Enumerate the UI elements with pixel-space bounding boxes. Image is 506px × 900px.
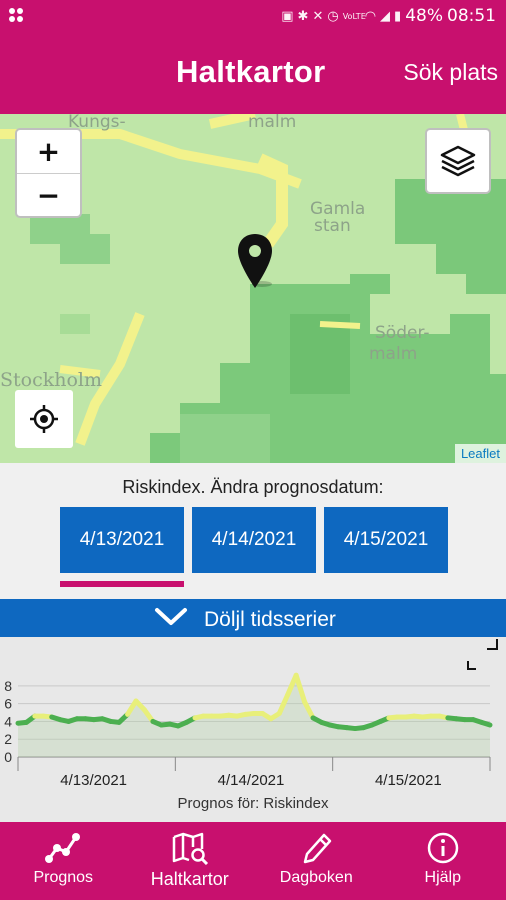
x-tick-label: 4/13/2021	[60, 772, 127, 789]
map-view[interactable]: Kungs- malm Gamla stan Söder- malm Stock…	[0, 114, 506, 463]
search-place-button[interactable]: Sök plats	[403, 59, 498, 86]
nav-label: Hjälp	[424, 869, 461, 886]
bluetooth-icon: ✱	[297, 8, 309, 24]
timeseries-chart: 0 2 4 6 8 4/13/2021 4/14/2021 4/15/2021 Prognos…	[0, 637, 506, 822]
chart-caption: Prognos för: Riskindex	[177, 795, 329, 812]
y-tick-label: 8	[4, 678, 12, 694]
y-tick-label: 6	[4, 696, 12, 712]
x-tick-label: 4/14/2021	[218, 772, 285, 789]
zoom-control: + −	[15, 128, 82, 218]
map-label: malm	[248, 114, 297, 132]
app-bar: Haltkartor Sök plats	[0, 34, 506, 114]
chevron-down-icon	[155, 608, 187, 625]
expand-corner-icon	[487, 639, 498, 650]
map-label: stan	[314, 216, 351, 236]
status-bar: ▣ ✱ ✕ ◷ VoLTE ◠ ◢ ▮ 48% 08:51	[0, 0, 506, 34]
nav-label: Haltkartor	[150, 869, 229, 889]
series-line-segment	[479, 719, 493, 728]
selected-date-indicator	[60, 581, 184, 587]
nav-dagboken[interactable]: Dagboken	[253, 822, 380, 900]
nav-prognos[interactable]: Prognos	[0, 822, 127, 900]
locate-button[interactable]	[15, 390, 73, 448]
map-label: Söder-	[375, 323, 430, 343]
pencil-icon	[304, 833, 332, 864]
zoom-out-button[interactable]: −	[17, 173, 80, 216]
apps-icon	[8, 7, 24, 28]
battery-percent: 48%	[405, 6, 443, 26]
clock: 08:51	[447, 6, 496, 26]
wifi-icon: ◠	[364, 8, 377, 24]
date-panel: Riskindex. Ändra prognosdatum: 4/13/2021…	[0, 463, 506, 599]
nav-hjalp[interactable]: Hjälp	[380, 822, 506, 900]
y-tick-label: 4	[4, 713, 12, 729]
nav-label: Prognos	[33, 869, 94, 886]
layers-icon	[440, 145, 476, 177]
map-label: Gamla	[310, 199, 366, 219]
collapse-corner-icon	[467, 661, 476, 670]
nav-haltkartor[interactable]: Haltkartor	[127, 822, 254, 900]
info-icon	[427, 832, 458, 864]
date-panel-caption: Riskindex. Ändra prognosdatum:	[122, 477, 384, 497]
alarm-icon: ◷	[327, 8, 339, 24]
date-button[interactable]: 4/14/2021	[192, 507, 316, 573]
x-tick-label: 4/15/2021	[375, 772, 442, 789]
y-tick-label: 0	[4, 749, 12, 765]
zoom-in-button[interactable]: +	[17, 130, 80, 173]
hide-timeseries-toggle[interactable]: Döljl tidsserier	[0, 599, 506, 637]
y-tick-label: 2	[4, 731, 12, 747]
locate-icon	[30, 405, 58, 433]
layers-button[interactable]	[425, 128, 491, 194]
chart-line-icon	[45, 833, 81, 863]
map-search-icon	[172, 832, 208, 865]
date-button[interactable]: 4/15/2021	[324, 507, 448, 573]
nav-label: Dagboken	[279, 869, 353, 886]
map-label: Stockholm	[0, 369, 103, 391]
date-button[interactable]: 4/13/2021	[60, 507, 184, 573]
battery-icon: ▮	[394, 8, 402, 24]
page-title: Haltkartor	[176, 54, 326, 89]
volte-label: VoLTE	[342, 11, 366, 21]
map-pin-icon[interactable]	[236, 232, 274, 295]
signal-icon: ◢	[380, 8, 391, 24]
mute-icon: ✕	[312, 8, 324, 24]
map-label: malm	[369, 344, 418, 364]
lock-icon: ▣	[281, 8, 294, 24]
toggle-label: Döljl tidsserier	[204, 608, 336, 631]
leaflet-attribution-link[interactable]: Leaflet	[454, 444, 506, 463]
bottom-nav: Prognos Haltkartor Dagboken Hjälp	[0, 822, 506, 900]
